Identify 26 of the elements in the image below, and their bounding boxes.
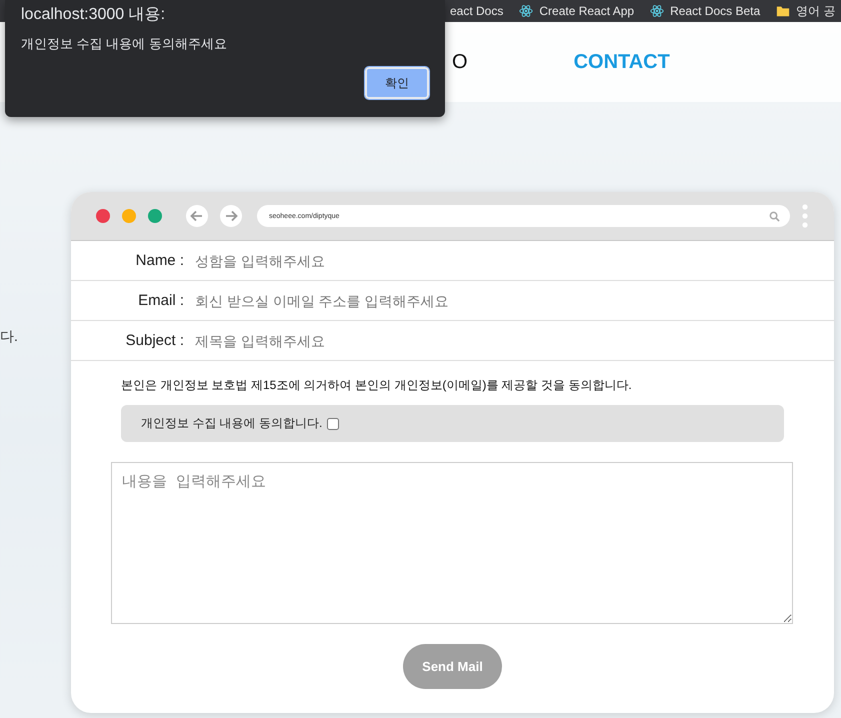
message-field[interactable]: 내용을 입력해주세요: [111, 462, 793, 624]
field-label: Name :: [134, 252, 184, 269]
bookmark-link[interactable]: 영어 공: [796, 2, 836, 20]
bookmark-link[interactable]: eact Docs: [450, 4, 504, 18]
field-label: Subject :: [124, 332, 184, 349]
search-icon: [769, 210, 780, 222]
bookmark-link[interactable]: Create React App: [539, 4, 634, 18]
nav-link[interactable]: O: [452, 50, 468, 74]
forward-icon: [220, 205, 242, 227]
dialog-title: localhost:3000 내용:: [21, 6, 166, 24]
atom-icon: [519, 4, 534, 18]
minimize-dot-icon: [122, 209, 136, 223]
bookmark-link[interactable]: React Docs Beta: [670, 4, 760, 18]
close-dot-icon: [96, 209, 110, 223]
consent-checkbox[interactable]: [327, 418, 340, 430]
dialog-message: 개인정보 수집 내용에 동의해주세요: [21, 35, 228, 53]
ok-button[interactable]: 확인: [365, 67, 429, 99]
folder-icon: [776, 4, 790, 18]
atom-icon: [650, 4, 664, 18]
consent-text: 본인은 개인정보 보호법 제15조에 의거하여 본인의 개인정보(이메일)를 제공할 것을 동의합니다.: [121, 377, 633, 394]
body-text: 다.: [0, 328, 18, 344]
checkbox-label: 개인정보 수집 내용에 동의합니다.: [141, 415, 322, 432]
maximize-dot-icon: [148, 209, 162, 223]
field-label: Email :: [137, 292, 184, 309]
back-icon: [186, 205, 208, 227]
more-icon: [802, 204, 808, 228]
